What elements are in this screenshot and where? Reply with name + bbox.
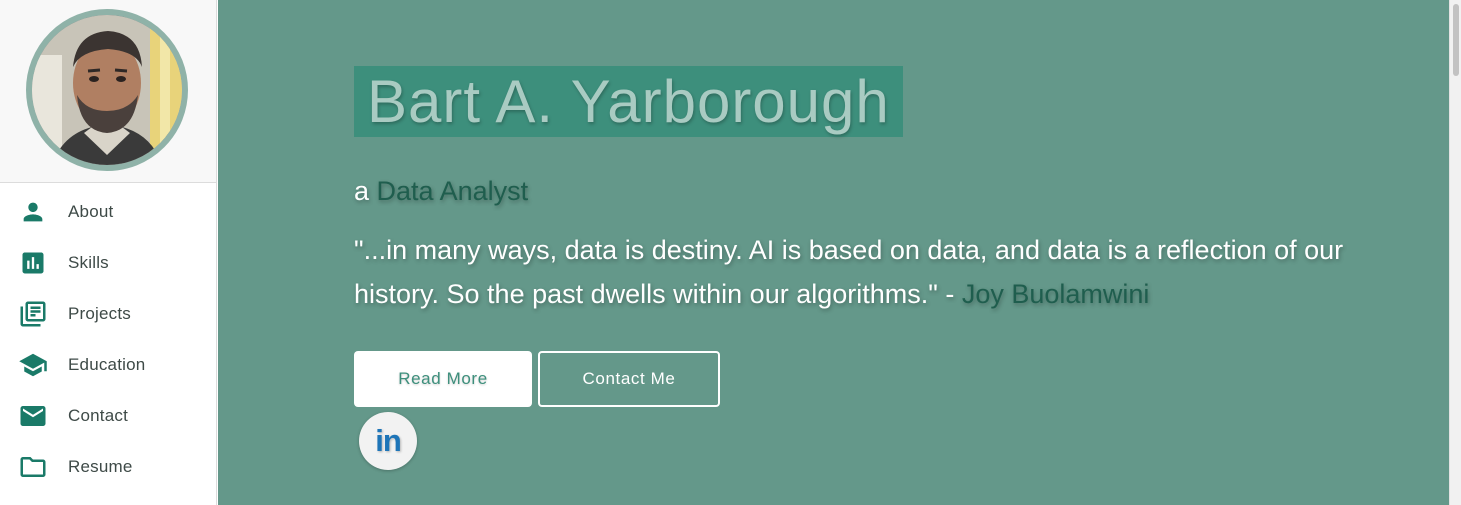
sidebar-item-education[interactable]: Education <box>0 339 216 390</box>
sidebar-item-label: About <box>68 201 114 221</box>
library-books-icon <box>18 299 48 329</box>
sidebar-item-label: Resume <box>68 456 133 476</box>
quote-author: Joy Buolamwini <box>961 279 1150 309</box>
sidebar-item-label: Contact <box>68 405 128 425</box>
scrollbar[interactable] <box>1449 0 1461 505</box>
folder-icon <box>18 452 48 482</box>
sidebar-nav: About Skills Projects Education Contact <box>0 186 216 492</box>
linkedin-link[interactable]: in <box>359 412 417 470</box>
graduation-cap-icon <box>18 350 48 380</box>
role-prefix: a <box>354 176 377 206</box>
sidebar-item-label: Projects <box>68 303 132 323</box>
sidebar-item-label: Skills <box>68 252 109 272</box>
sidebar: About Skills Projects Education Contact <box>0 0 217 505</box>
role-text: Data Analyst <box>376 176 529 206</box>
envelope-icon <box>18 401 48 431</box>
quote-text: "...in many ways, data is destiny. AI is… <box>354 235 1344 309</box>
quote: "...in many ways, data is destiny. AI is… <box>354 228 1394 316</box>
read-more-button[interactable]: Read More <box>354 351 532 407</box>
role-line: a Data Analyst <box>354 176 528 207</box>
sidebar-item-skills[interactable]: Skills <box>0 237 216 288</box>
sidebar-item-label: Education <box>68 354 146 374</box>
contact-me-button[interactable]: Contact Me <box>538 351 720 407</box>
bar-chart-icon <box>18 248 48 278</box>
sidebar-item-about[interactable]: About <box>0 186 216 237</box>
sidebar-item-projects[interactable]: Projects <box>0 288 216 339</box>
sidebar-item-resume[interactable]: Resume <box>0 441 216 492</box>
hero-section: Bart A. Yarborough a Data Analyst "...in… <box>218 0 1449 505</box>
sidebar-item-contact[interactable]: Contact <box>0 390 216 441</box>
avatar <box>26 9 188 171</box>
person-icon <box>18 197 48 227</box>
linkedin-icon: in <box>375 423 402 458</box>
page-title: Bart A. Yarborough <box>354 66 903 137</box>
profile-header <box>0 0 216 183</box>
scrollbar-thumb[interactable] <box>1453 4 1459 76</box>
